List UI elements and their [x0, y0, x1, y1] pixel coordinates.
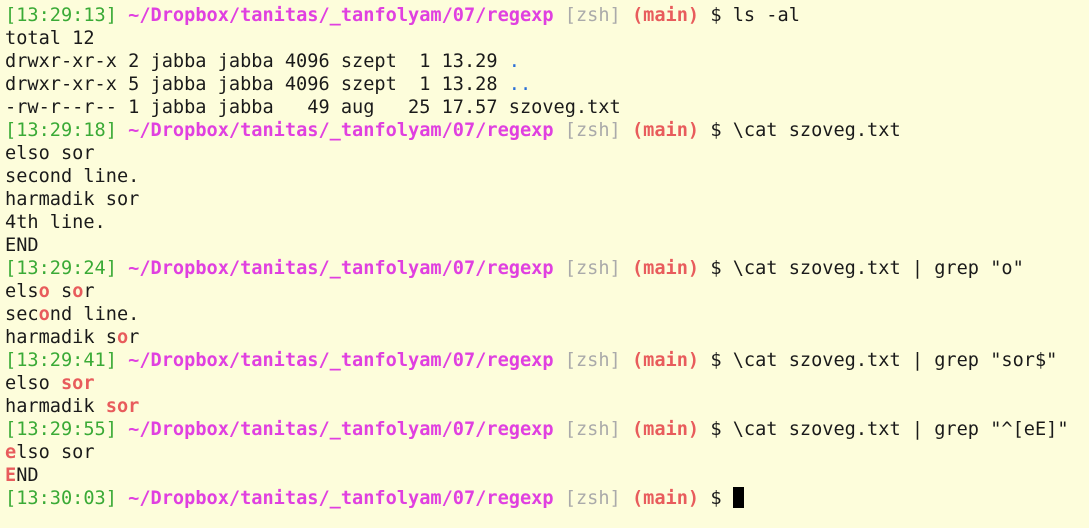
prompt-symbol: $	[710, 120, 722, 141]
prompt-symbol: $	[710, 258, 722, 279]
output-line: second line.	[5, 166, 140, 187]
text-segment: s	[49, 281, 73, 302]
prompt-line: [13:29:24] ~/Dropbox/tanitas/_tanfolyam/…	[5, 257, 1089, 280]
match-highlight: E	[5, 465, 17, 486]
prompt-shell: [zsh]	[564, 419, 621, 440]
prompt-time: [13:29:13]	[5, 5, 117, 26]
prompt-shell: [zsh]	[564, 258, 621, 279]
match-highlight: o	[116, 327, 129, 348]
listing-info: drwxr-xr-x 2 jabba jabba 4096 szept 1 13…	[5, 51, 509, 72]
output-line: second line.	[5, 303, 1089, 326]
prompt-symbol: $	[710, 419, 722, 440]
output-line: elso sor	[5, 280, 1089, 303]
text-segment: lso sor	[16, 442, 95, 463]
listing-info: drwxr-xr-x 5 jabba jabba 4096 szept 1 13…	[5, 74, 509, 95]
command-text: \cat szoveg.txt	[732, 120, 901, 141]
text-segment: r	[83, 281, 95, 302]
text-segment: elso	[5, 373, 61, 394]
prompt-line: [13:29:13] ~/Dropbox/tanitas/_tanfolyam/…	[5, 4, 1089, 27]
prompt-branch: (main)	[631, 488, 700, 509]
match-highlight: o	[38, 281, 50, 302]
terminal-window[interactable]: [13:29:13] ~/Dropbox/tanitas/_tanfolyam/…	[0, 0, 1089, 510]
listing-row: -rw-r--r-- 1 jabba jabba 49 aug 25 17.57…	[5, 96, 1089, 119]
prompt-line: [13:29:55] ~/Dropbox/tanitas/_tanfolyam/…	[5, 418, 1089, 441]
prompt-time: [13:29:24]	[5, 258, 117, 279]
prompt-shell: [zsh]	[564, 350, 621, 371]
prompt-time: [13:29:41]	[5, 350, 117, 371]
output-line: elso sor	[5, 143, 95, 164]
prompt-path: ~/Dropbox/tanitas/_tanfolyam/07/regexp	[128, 5, 554, 26]
prompt-branch: (main)	[631, 5, 700, 26]
command-text: ls -al	[732, 5, 800, 26]
prompt-shell: [zsh]	[564, 488, 621, 509]
prompt-symbol: $	[710, 350, 722, 371]
listing-row: drwxr-xr-x 5 jabba jabba 4096 szept 1 13…	[5, 73, 1089, 96]
text-segment: ND	[16, 465, 39, 486]
listing-name: ..	[508, 74, 532, 95]
output-line: END	[5, 235, 39, 256]
command-text: \cat szoveg.txt | grep "o"	[732, 258, 1024, 279]
match-highlight: o	[38, 304, 50, 325]
prompt-line: [13:29:18] ~/Dropbox/tanitas/_tanfolyam/…	[5, 119, 1089, 142]
text-segment: r	[128, 327, 140, 348]
listing-row: drwxr-xr-x 2 jabba jabba 4096 szept 1 13…	[5, 50, 1089, 73]
prompt-path: ~/Dropbox/tanitas/_tanfolyam/07/regexp	[128, 120, 554, 141]
text-segment: sec	[5, 304, 39, 325]
text-segment: els	[5, 281, 39, 302]
active-prompt-line[interactable]: [13:30:03] ~/Dropbox/tanitas/_tanfolyam/…	[5, 487, 1089, 510]
match-highlight: sor	[105, 396, 140, 417]
prompt-line: [13:29:41] ~/Dropbox/tanitas/_tanfolyam/…	[5, 349, 1089, 372]
prompt-branch: (main)	[631, 258, 700, 279]
prompt-path: ~/Dropbox/tanitas/_tanfolyam/07/regexp	[128, 419, 554, 440]
output-line: harmadik sor	[5, 395, 1089, 418]
match-highlight: e	[5, 442, 17, 463]
listing-name: .	[508, 51, 520, 72]
match-highlight: sor	[60, 373, 95, 394]
output-line: elso sor	[5, 441, 1089, 464]
prompt-path: ~/Dropbox/tanitas/_tanfolyam/07/regexp	[128, 350, 554, 371]
prompt-branch: (main)	[631, 120, 700, 141]
output-line: END	[5, 464, 1089, 487]
text-segment: nd line.	[49, 304, 140, 325]
output-line: harmadik sor	[5, 189, 140, 210]
prompt-shell: [zsh]	[564, 5, 621, 26]
output-line: 4th line.	[5, 212, 106, 233]
listing-name: szoveg.txt	[508, 97, 621, 118]
prompt-path: ~/Dropbox/tanitas/_tanfolyam/07/regexp	[128, 258, 554, 279]
text-cursor[interactable]	[732, 487, 744, 508]
text-segment: harmadik s	[5, 327, 117, 348]
prompt-time: [13:30:03]	[5, 488, 117, 509]
prompt-symbol: $	[710, 5, 722, 26]
output-line: elso sor	[5, 372, 1089, 395]
prompt-branch: (main)	[631, 419, 700, 440]
prompt-branch: (main)	[631, 350, 700, 371]
match-highlight: o	[72, 281, 84, 302]
output-line: harmadik sor	[5, 326, 1089, 349]
prompt-time: [13:29:55]	[5, 419, 117, 440]
text-segment: harmadik	[5, 396, 106, 417]
prompt-shell: [zsh]	[564, 120, 621, 141]
command-text: \cat szoveg.txt | grep "^[eE]"	[732, 419, 1069, 440]
prompt-path: ~/Dropbox/tanitas/_tanfolyam/07/regexp	[128, 488, 554, 509]
command-text: \cat szoveg.txt | grep "sor$"	[732, 350, 1058, 371]
output-line: total 12	[5, 28, 95, 49]
prompt-symbol: $	[710, 488, 722, 509]
prompt-time: [13:29:18]	[5, 120, 117, 141]
listing-info: -rw-r--r-- 1 jabba jabba 49 aug 25 17.57	[5, 97, 509, 118]
